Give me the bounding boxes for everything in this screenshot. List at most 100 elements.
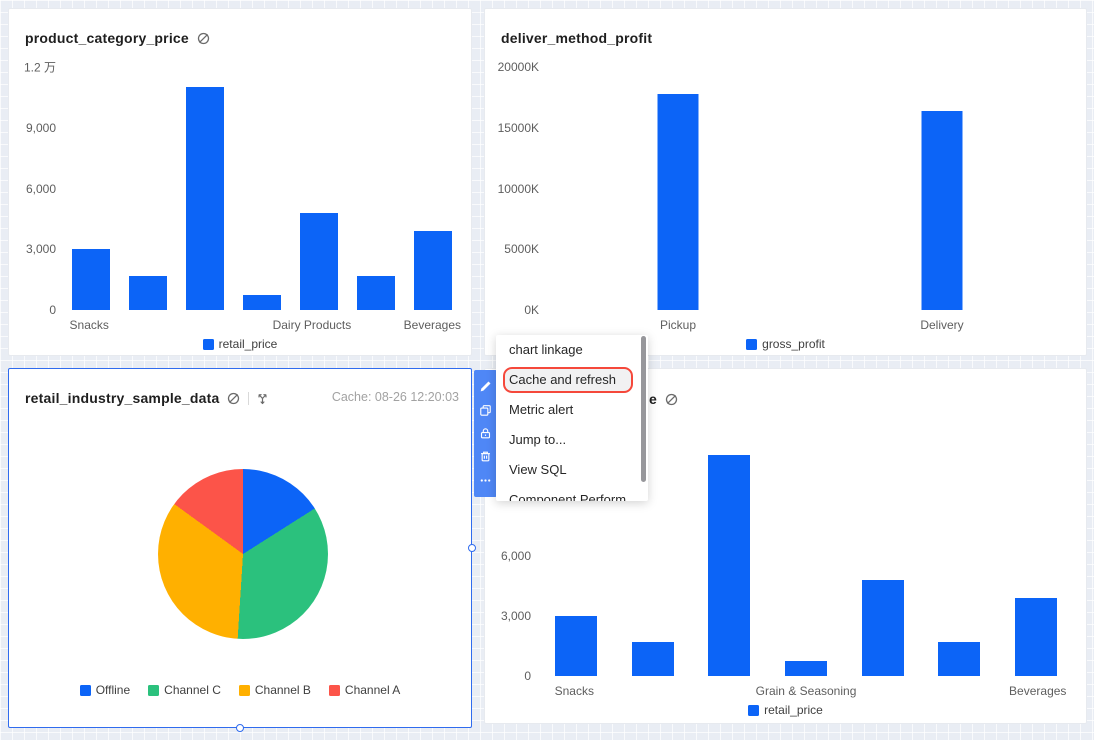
bar-4[interactable]: [861, 579, 904, 676]
legend-swatch: [148, 684, 160, 696]
chart-legend: retail_price: [9, 337, 471, 351]
menu-item-chart-linkage[interactable]: chart linkage: [496, 335, 648, 365]
bar-1[interactable]: [921, 110, 963, 310]
menu-scrollbar[interactable]: [641, 336, 646, 482]
menu-item-label: View SQL: [509, 462, 567, 477]
edit-icon[interactable]: [476, 377, 495, 396]
menu-item-label: chart linkage: [509, 342, 583, 357]
x-axis-labels: Pickup Delivery: [546, 318, 1074, 332]
legend-item-channel-c[interactable]: Channel C: [148, 683, 221, 697]
menu-item-cache-and-refresh[interactable]: Cache and refresh: [496, 365, 648, 395]
legend-label: Channel C: [164, 683, 221, 697]
y-tick: 9,000: [25, 120, 56, 135]
panel-retail-industry-sample-data[interactable]: retail_industry_sample_data Cache: 08-26…: [8, 368, 476, 732]
legend-swatch: [748, 704, 760, 716]
bar-0[interactable]: [657, 93, 699, 310]
bar-chart-product-category-price: 0 3,000 6,000 9,000 1.2 万 Snacks Dairy Product…: [9, 9, 471, 355]
bar-0[interactable]: [555, 615, 598, 676]
menu-item-label: Metric alert: [509, 402, 574, 417]
x-tick: [168, 318, 220, 332]
legend-swatch: [238, 684, 250, 696]
plot-area: [63, 67, 461, 310]
x-tick: Dairy Products: [272, 318, 352, 332]
x-tick: [351, 318, 403, 332]
bar-5[interactable]: [356, 275, 395, 310]
pie-chart[interactable]: [158, 469, 328, 639]
bar-2[interactable]: [708, 455, 751, 676]
y-tick: 0: [49, 303, 56, 317]
drill-down-icon[interactable]: [256, 392, 269, 405]
bar-slot: [404, 67, 461, 310]
y-tick: 1.2 万: [23, 60, 56, 75]
bar-2[interactable]: [186, 87, 225, 310]
more-icon[interactable]: [476, 471, 495, 490]
resize-handle-bottom[interactable]: [236, 724, 244, 732]
panel-title-row: retail_industry_sample_data: [25, 389, 269, 407]
legend-swatch: [328, 684, 340, 696]
bar-slot: [347, 67, 404, 310]
legend-item-retail_price[interactable]: retail_price: [748, 703, 823, 717]
chart-linkage-icon[interactable]: [226, 391, 241, 406]
x-axis-labels: Snacks Grain & Seasoning Beverages: [538, 684, 1074, 698]
menu-item-metric-alert[interactable]: Metric alert: [496, 395, 648, 425]
bar-slot: [63, 67, 120, 310]
legend-label: Channel B: [254, 683, 311, 697]
component-toolbar: [474, 370, 497, 497]
y-tick: 10000K: [497, 181, 539, 196]
bar-3[interactable]: [243, 294, 281, 310]
legend-swatch: [746, 338, 758, 350]
menu-item-component-perform[interactable]: Component Perform: [496, 485, 648, 501]
y-tick: 3,000: [500, 608, 531, 623]
x-tick: [611, 684, 684, 698]
plot-area: [546, 67, 1074, 310]
x-tick: Beverages: [403, 318, 462, 332]
x-tick: Delivery: [920, 318, 964, 332]
x-tick: [929, 684, 1002, 698]
panel-deliver-method-profit[interactable]: deliver_method_profit 0K 5000K 10000K 15000…: [484, 8, 1087, 356]
legend-item-channel-a[interactable]: Channel A: [328, 683, 401, 697]
y-axis-ticks: 0 3,000 6,000 9,000 1.2 万: [9, 61, 56, 318]
x-tick: Snacks: [554, 684, 594, 698]
x-tick: Pickup: [659, 318, 697, 332]
bar-slot: [290, 67, 347, 310]
lock-icon[interactable]: [476, 424, 495, 443]
legend-label: retail_price: [764, 703, 823, 717]
bar-5[interactable]: [938, 641, 981, 676]
cache-timestamp: Cache: 08-26 12:20:03: [331, 390, 459, 404]
bar-6[interactable]: [413, 231, 452, 310]
y-tick: 20000K: [497, 60, 539, 74]
menu-item-view-sql[interactable]: View SQL: [496, 455, 648, 485]
resize-handle-right[interactable]: [468, 544, 476, 552]
legend-label: retail_price: [218, 337, 278, 351]
legend-label: gross_profit: [762, 337, 825, 351]
legend-label: Channel A: [344, 683, 401, 697]
bar-slot: [844, 435, 921, 676]
x-tick: Grain & Seasoning: [755, 684, 857, 698]
legend-item-offline[interactable]: Offline: [79, 683, 130, 697]
legend-item-gross_profit[interactable]: gross_profit: [746, 337, 825, 351]
bar-slot: [691, 435, 768, 676]
delete-icon[interactable]: [476, 447, 495, 466]
page-title: retail_industry_sample_data: [25, 390, 220, 406]
y-tick: 15000K: [497, 120, 539, 135]
bar-3[interactable]: [785, 660, 828, 676]
legend-swatch: [79, 684, 91, 696]
bar-4[interactable]: [299, 212, 338, 310]
x-tick: [220, 318, 272, 332]
pie-legend: Offline Channel C Channel B Channel A: [9, 683, 471, 697]
legend-item-channel-b[interactable]: Channel B: [238, 683, 311, 697]
y-tick: 5000K: [504, 242, 539, 257]
x-tick: [683, 684, 756, 698]
legend-item-retail_price[interactable]: retail_price: [202, 337, 278, 351]
panel-product-category-price[interactable]: product_category_price 0 3,000 6,000 9,000 1…: [8, 8, 472, 356]
bar-0[interactable]: [72, 249, 111, 310]
chart-legend: retail_price: [485, 703, 1086, 717]
bar-6[interactable]: [1014, 597, 1057, 676]
menu-item-jump-to-[interactable]: Jump to...: [496, 425, 648, 455]
context-menu-items: chart linkage Cache and refresh Metric ale…: [496, 335, 648, 501]
bar-1[interactable]: [129, 275, 168, 310]
x-tick: Beverages: [1009, 684, 1067, 698]
bar-1[interactable]: [631, 641, 674, 676]
copy-icon[interactable]: [476, 401, 495, 420]
title-divider: [248, 391, 250, 405]
